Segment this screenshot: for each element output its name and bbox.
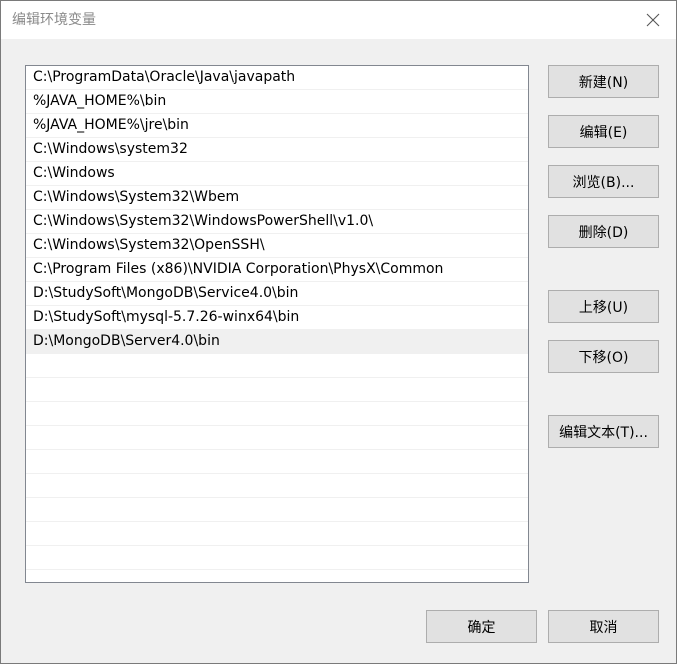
path-list-empty-row[interactable] <box>26 354 528 378</box>
browse-button[interactable]: 浏览(B)... <box>548 165 659 198</box>
path-list-empty-row[interactable] <box>26 426 528 450</box>
new-button[interactable]: 新建(N) <box>548 65 659 98</box>
path-list-empty-row[interactable] <box>26 570 528 582</box>
path-list-item[interactable]: C:\Windows\system32 <box>26 138 528 162</box>
path-list-empty-row[interactable] <box>26 546 528 570</box>
path-list-item[interactable]: C:\Windows\System32\Wbem <box>26 186 528 210</box>
move-down-button[interactable]: 下移(O) <box>548 340 659 373</box>
path-list-empty-row[interactable] <box>26 522 528 546</box>
move-up-button[interactable]: 上移(U) <box>548 290 659 323</box>
path-list-item[interactable]: C:\ProgramData\Oracle\Java\javapath <box>26 66 528 90</box>
path-list-item[interactable]: D:\StudySoft\MongoDB\Service4.0\bin <box>26 282 528 306</box>
close-button[interactable] <box>630 1 676 39</box>
path-list[interactable]: C:\ProgramData\Oracle\Java\javapath %JAVA… <box>25 65 529 583</box>
path-list-item[interactable]: C:\Program Files (x86)\NVIDIA Corporatio… <box>26 258 528 282</box>
close-icon <box>646 13 660 27</box>
path-list-item[interactable]: D:\StudySoft\mysql-5.7.26-winx64\bin <box>26 306 528 330</box>
ok-button[interactable]: 确定 <box>426 610 537 643</box>
path-list-item[interactable]: %JAVA_HOME%\bin <box>26 90 528 114</box>
path-list-empty-row[interactable] <box>26 474 528 498</box>
path-list-empty-row[interactable] <box>26 498 528 522</box>
path-list-item[interactable]: C:\Windows <box>26 162 528 186</box>
window-title: 编辑环境变量 <box>12 12 96 28</box>
path-list-item[interactable]: D:\MongoDB\Server4.0\bin <box>26 330 528 354</box>
edit-env-var-dialog: 编辑环境变量 C:\ProgramData\Oracle\Java\javapa… <box>0 0 677 664</box>
path-list-empty-row[interactable] <box>26 450 528 474</box>
title-bar: 编辑环境变量 <box>1 1 676 39</box>
path-list-empty-row[interactable] <box>26 378 528 402</box>
path-list-empty-row[interactable] <box>26 402 528 426</box>
edit-button[interactable]: 编辑(E) <box>548 115 659 148</box>
delete-button[interactable]: 删除(D) <box>548 215 659 248</box>
edit-text-button[interactable]: 编辑文本(T)... <box>548 415 659 448</box>
path-list-item[interactable]: C:\Windows\System32\WindowsPowerShell\v1… <box>26 210 528 234</box>
path-list-item[interactable]: %JAVA_HOME%\jre\bin <box>26 114 528 138</box>
path-list-item[interactable]: C:\Windows\System32\OpenSSH\ <box>26 234 528 258</box>
cancel-button[interactable]: 取消 <box>548 610 659 643</box>
